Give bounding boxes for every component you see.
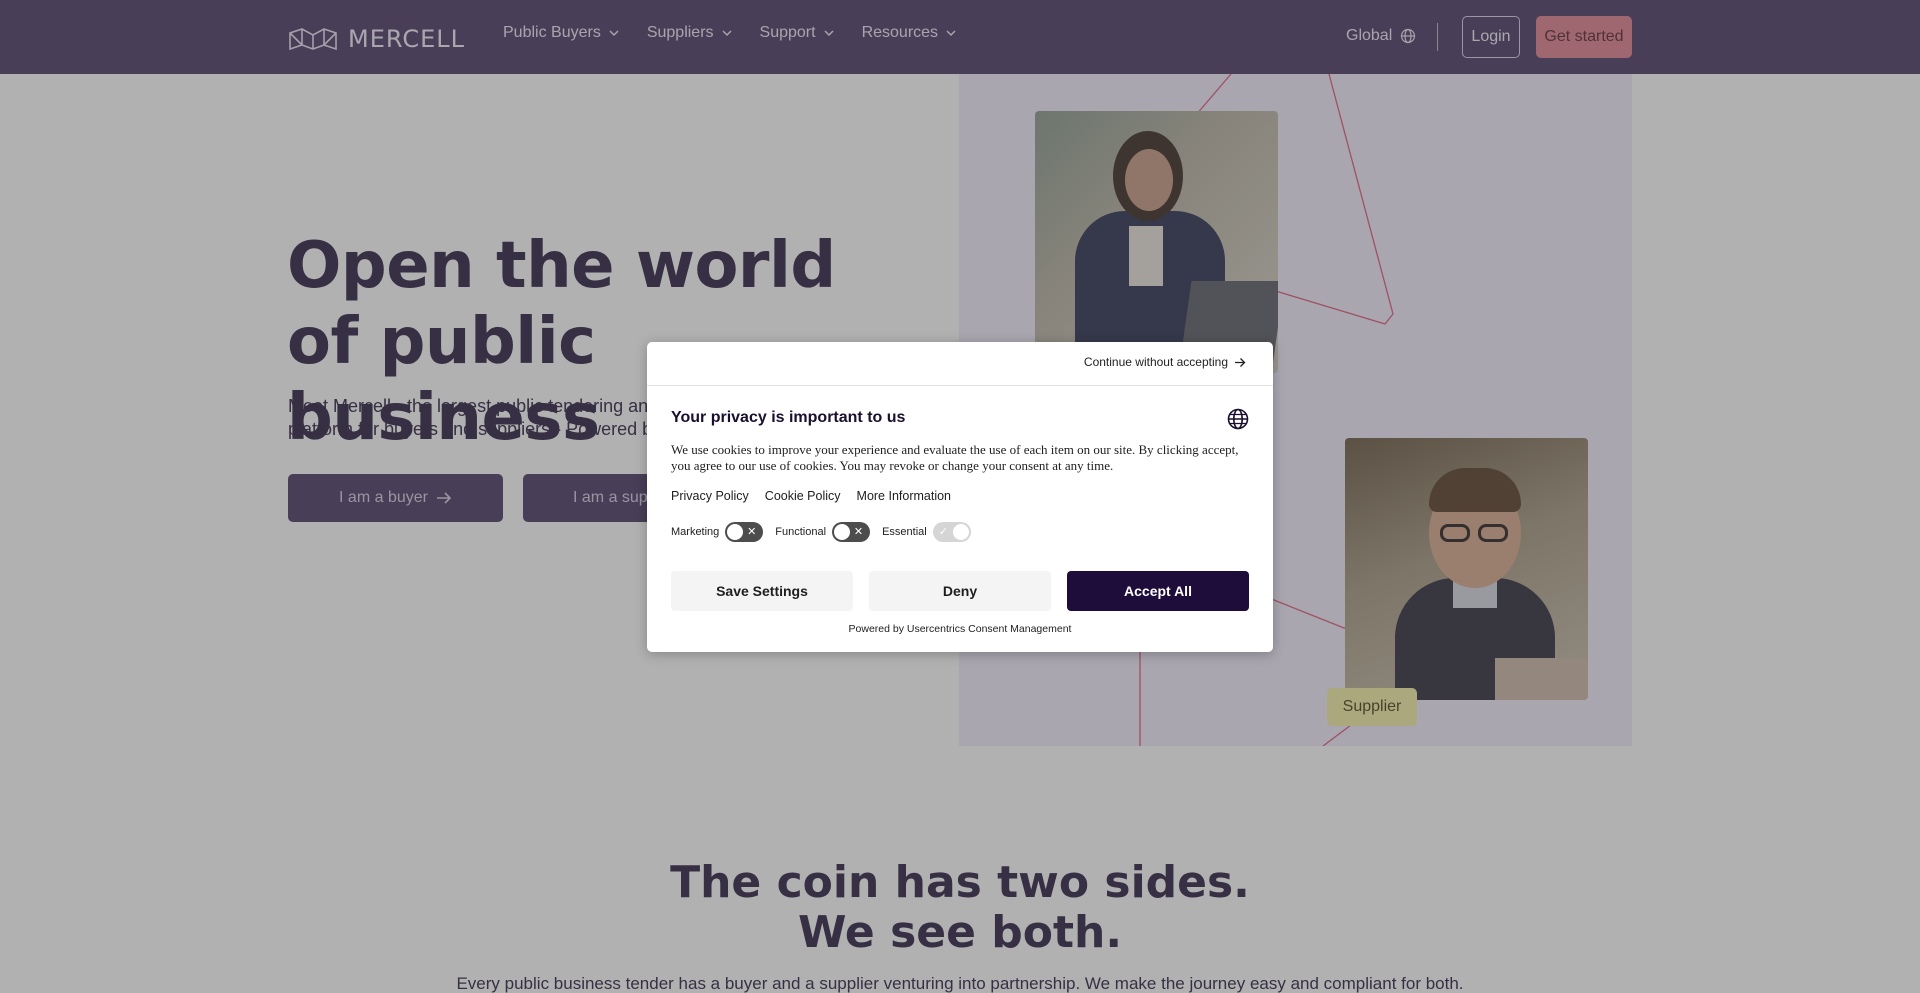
check-icon: ✓ [938,526,948,538]
functional-toggle[interactable]: ✕ [832,522,871,542]
cookie-policy-link[interactable]: Cookie Policy [765,489,841,503]
close-icon: ✕ [747,526,757,538]
toggle-knob [952,524,969,540]
save-settings-button[interactable]: Save Settings [671,571,853,611]
deny-button[interactable]: Deny [869,571,1051,611]
accept-all-button[interactable]: Accept All [1067,571,1249,611]
arrow-right-icon [1235,357,1246,367]
continue-without-accepting-link[interactable]: Continue without accepting [1084,355,1246,369]
essential-toggle-group: Essential ✓ [882,522,971,542]
toggle-label: Functional [775,526,827,538]
policy-links: Privacy Policy Cookie Policy More Inform… [671,489,951,503]
marketing-toggle-group: Marketing ✕ [671,522,764,542]
consent-toggles: Marketing ✕ Functional ✕ Essential ✓ [671,522,977,542]
toggle-label: Marketing [671,526,720,538]
marketing-toggle[interactable]: ✕ [725,522,764,542]
privacy-policy-link[interactable]: Privacy Policy [671,489,749,503]
powered-by-text: Powered by Usercentrics Consent Manageme… [848,623,1072,635]
dialog-top-bar: Continue without accepting [647,342,1273,386]
toggle-knob [834,524,851,540]
continue-label: Continue without accepting [1083,355,1228,369]
toggle-label: Essential [882,526,927,538]
more-information-link[interactable]: More Information [857,489,951,503]
cookie-consent-dialog: Continue without accepting Your privacy … [647,342,1273,652]
close-icon: ✕ [853,526,864,538]
language-globe-icon[interactable] [1227,408,1249,430]
dialog-description: We use cookies to improve your experienc… [671,442,1239,473]
dialog-title: Your privacy is important to us [671,409,906,426]
functional-toggle-group: Functional ✕ [775,522,871,542]
toggle-knob [727,524,744,540]
essential-toggle: ✓ [932,522,971,542]
